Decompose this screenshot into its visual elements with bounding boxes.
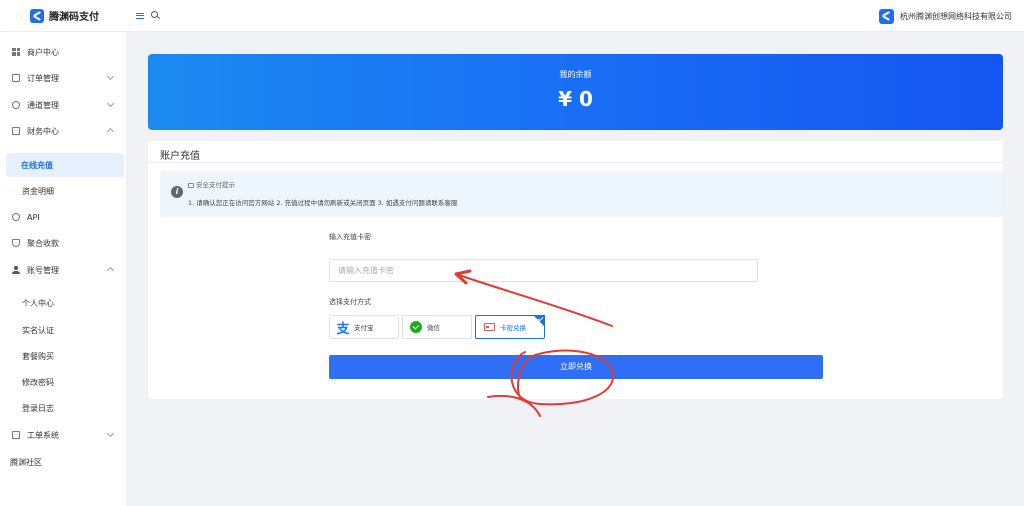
sidebar-item-label: 通道管理 [27, 100, 59, 110]
sidebar-item-plan-purchase[interactable]: 套餐购买 [0, 344, 127, 368]
sidebar-item-api[interactable]: API [0, 205, 127, 229]
info-icon: i [171, 186, 183, 198]
balance-label: 我的余额 [559, 70, 592, 79]
sidebar-item-community[interactable]: 腾渊社区 [0, 450, 127, 474]
lock-icon [188, 183, 194, 188]
sidebar-item-label: 订单管理 [27, 73, 59, 83]
company-name: 杭州腾渊创想网络科技有限公司 [900, 11, 1012, 21]
sidebar-item-label: 账号管理 [27, 265, 59, 275]
pay-option-label: 支付宝 [354, 324, 374, 332]
divider [148, 162, 1003, 163]
sidebar-item-label: 修改密码 [22, 377, 54, 387]
chevron-down-icon [106, 429, 115, 438]
chevron-down-icon [106, 72, 115, 81]
chevron-up-icon [106, 266, 115, 275]
globe-icon [12, 100, 21, 110]
top-bar: 腾渊码支付 杭州腾渊创想网络科技有限公司 [0, 0, 1024, 32]
pay-option-label: 微信 [427, 324, 440, 332]
pay-option-wechat[interactable]: 微信 [402, 315, 472, 339]
tip-title-text: 安全支付提示 [196, 181, 235, 189]
recharge-card: 账户充值 i 安全支付提示 1. 请确认您正在访问官方网站 2. 充值过程中请勿… [148, 141, 1003, 399]
search-icon[interactable] [151, 11, 160, 20]
user-icon [12, 265, 21, 275]
sidebar-item-orders[interactable]: 订单管理 [0, 66, 127, 90]
sidebar-item-label: 个人中心 [22, 298, 54, 308]
sidebar-item-label: 商户中心 [27, 47, 59, 57]
sidebar-item-label: 工单系统 [27, 430, 59, 440]
app-name: 腾渊码支付 [49, 12, 99, 23]
ticket-icon [12, 430, 21, 440]
menu-toggle-icon[interactable] [135, 11, 145, 21]
chevron-up-icon [106, 127, 115, 136]
balance-card: 我的余额 ¥ 0 [148, 54, 1003, 130]
sidebar-item-profile[interactable]: 个人中心 [0, 291, 127, 315]
card-icon [482, 320, 496, 334]
sidebar-item-login-log[interactable]: 登录日志 [0, 396, 127, 420]
sidebar-item-label: 聚合收款 [27, 238, 59, 248]
brand[interactable]: 腾渊码支付 [0, 0, 127, 32]
sidebar-item-label: 实名认证 [22, 325, 54, 335]
shield-icon [12, 238, 21, 248]
security-tip: i 安全支付提示 1. 请确认您正在访问官方网站 2. 充值过程中请勿刷新或关闭… [160, 171, 1003, 217]
bag-icon [12, 73, 21, 83]
pay-option-label: 卡密兑换 [500, 324, 526, 332]
payment-method-label: 选择支付方式 [329, 298, 371, 306]
sidebar-item-finance[interactable]: 财务中心 [0, 119, 127, 143]
sidebar-item-channels[interactable]: 通道管理 [0, 93, 127, 117]
alipay-icon: 支 [336, 321, 350, 337]
code-label: 输入充值卡密 [329, 233, 371, 241]
company-logo-icon [879, 8, 894, 24]
sidebar-item-real-name[interactable]: 实名认证 [0, 318, 127, 342]
sidebar-item-label: 财务中心 [27, 126, 59, 136]
redeem-button[interactable]: 立即兑换 [329, 355, 823, 379]
sidebar-item-fund-details[interactable]: 资金明细 [0, 179, 127, 203]
app-logo-icon [30, 8, 44, 23]
sidebar-item-label: 腾渊社区 [10, 457, 42, 467]
sidebar-item-label: API [27, 212, 40, 222]
dashboard-icon [12, 47, 21, 57]
sidebar: 商户中心 订单管理 通道管理 财务中心 在线充值 资金明细 API 聚合收款 账… [0, 32, 127, 506]
balance-amount: ¥ 0 [558, 87, 593, 111]
wallet-icon [12, 126, 21, 136]
tip-title: 安全支付提示 [188, 179, 235, 189]
pay-option-card[interactable]: 卡密兑换 [475, 315, 545, 339]
sidebar-item-label: 登录日志 [22, 403, 54, 413]
tip-text: 1. 请确认您正在访问官方网站 2. 充值过程中请勿刷新或关闭页面 3. 如遇支… [188, 199, 458, 207]
wechat-icon [409, 320, 423, 334]
company-info[interactable]: 杭州腾渊创想网络科技有限公司 [879, 0, 1012, 32]
card-title: 账户充值 [160, 151, 200, 162]
sidebar-item-label: 资金明细 [22, 186, 54, 196]
sidebar-item-label: 套餐购买 [22, 351, 54, 361]
gear-icon [12, 212, 21, 222]
sidebar-item-change-password[interactable]: 修改密码 [0, 370, 127, 394]
sidebar-item-label: 在线充值 [21, 160, 53, 170]
sidebar-item-aggregate-collection[interactable]: 聚合收款 [0, 231, 127, 255]
sidebar-item-online-recharge[interactable]: 在线充值 [6, 153, 124, 177]
sidebar-item-account[interactable]: 账号管理 [0, 258, 127, 282]
sidebar-item-merchant-center[interactable]: 商户中心 [0, 40, 127, 64]
pay-option-alipay[interactable]: 支 支付宝 [329, 315, 399, 339]
sidebar-item-tickets[interactable]: 工单系统 [0, 423, 127, 447]
chevron-down-icon [106, 99, 115, 108]
card-code-input[interactable] [329, 259, 758, 282]
